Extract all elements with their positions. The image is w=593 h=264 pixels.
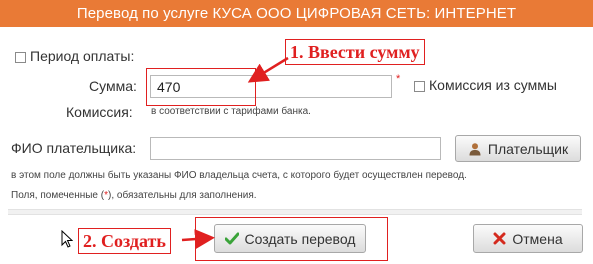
arrow-step2 (181, 229, 215, 250)
arrow-step1 (247, 56, 289, 83)
annotation-arrows (181, 56, 289, 250)
